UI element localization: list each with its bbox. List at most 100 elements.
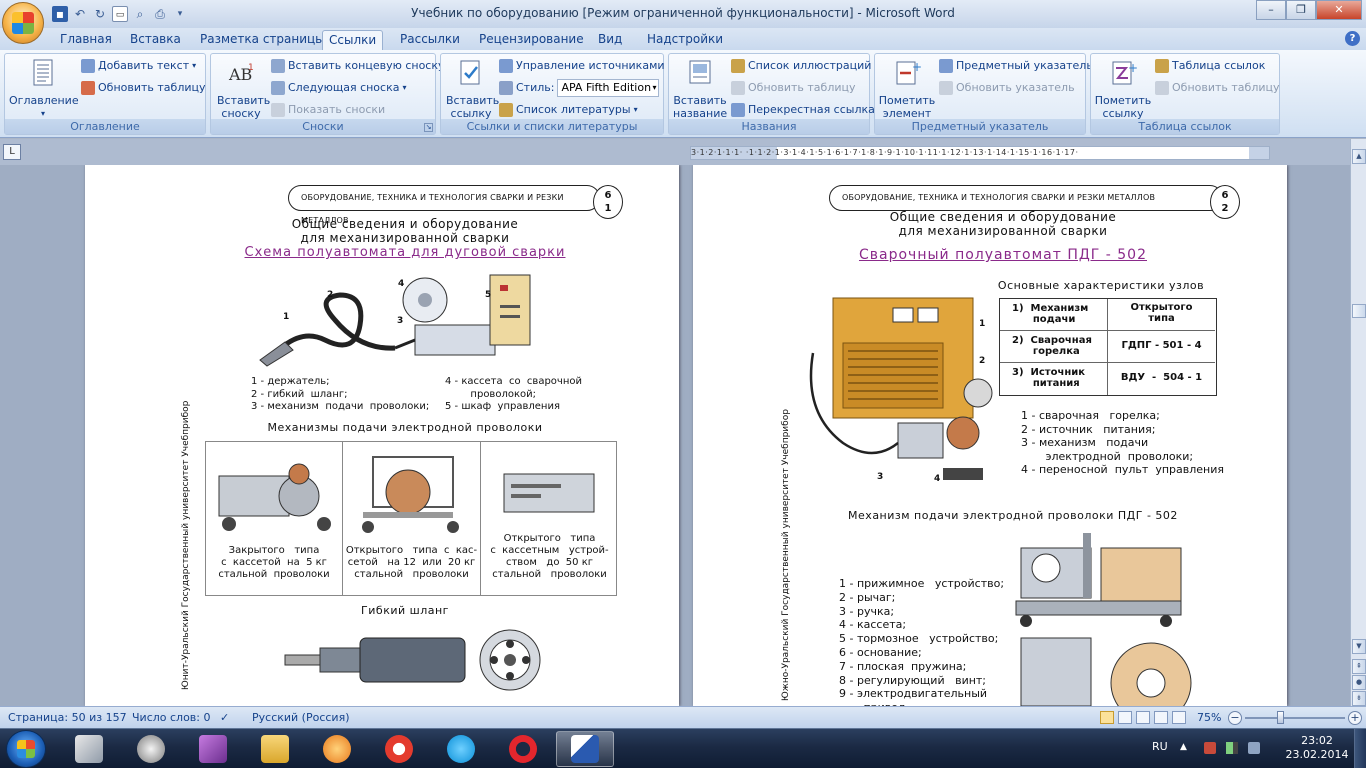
taskbar-app-skype[interactable] — [432, 731, 490, 767]
bibliography-button[interactable]: Список литературы ▾ — [499, 101, 638, 119]
zoom-slider-track[interactable] — [1245, 717, 1345, 719]
page-count[interactable]: Страница: 50 из 157 — [8, 711, 127, 724]
taskbar-app-3[interactable] — [184, 731, 242, 767]
feed-mechanisms-table: Закрытого типа с кассетой на 5 кг стальн… — [205, 441, 617, 596]
tab-references[interactable]: Ссылки — [322, 30, 384, 50]
add-text-button[interactable]: Добавить текст ▾ — [81, 57, 196, 75]
show-notes-button[interactable]: Показать сноски — [271, 101, 385, 119]
tab-insert[interactable]: Вставка — [124, 30, 187, 50]
ruler-bar: L 3·1·2·1·1·1· ·1·1·2·1·3·1·4·1·5·1·6·1·… — [0, 139, 1366, 165]
document-page-1[interactable]: ОБОРУДОВАНИЕ, ТЕХНИКА И ТЕХНОЛОГИЯ СВАРК… — [85, 165, 679, 706]
vertical-scrollbar[interactable]: ▲ ▼ ⇞ ● ⇟ — [1350, 139, 1366, 706]
update-authorities-icon — [1155, 81, 1169, 95]
footnotes-launcher-icon[interactable]: ↘ — [424, 123, 433, 132]
yandex-browser-icon — [385, 735, 413, 763]
signal-icon[interactable] — [1226, 742, 1238, 754]
mechanism-cell1-caption: Закрытого типа с кассетой на 5 кг стальн… — [218, 545, 330, 580]
language-tray[interactable]: RU — [1152, 740, 1168, 753]
document-area: ОБОРУДОВАНИЕ, ТЕХНИКА И ТЕХНОЛОГИЯ СВАРК… — [0, 165, 1350, 706]
taskbar-app-yandex[interactable] — [370, 731, 428, 767]
update-toc-button[interactable]: Обновить таблицу — [81, 79, 206, 97]
update-index-button[interactable]: Обновить указатель — [939, 79, 1075, 97]
zoom-slider-thumb[interactable] — [1277, 711, 1284, 724]
mark-citation-button[interactable]: + Пометить ссылку — [1093, 58, 1153, 120]
page1-side-caption: Юнит-Уральский Государственный университ… — [181, 400, 191, 690]
update-authorities-button[interactable]: Обновить таблицу — [1155, 79, 1280, 97]
proofing-icon[interactable]: ✓ — [220, 711, 229, 724]
group-footnotes: AB 1 Вставить сноску Вставить концевую сн… — [210, 53, 445, 135]
tab-addins[interactable]: Надстройки — [641, 30, 729, 50]
taskbar-app-2[interactable] — [122, 731, 180, 767]
p2-callout-2: 2 — [979, 356, 986, 366]
tab-view[interactable]: Вид — [592, 30, 628, 50]
insert-citation-button[interactable]: Вставить ссылку — [443, 58, 499, 120]
scroll-thumb[interactable] — [1352, 304, 1366, 318]
tab-home[interactable]: Главная — [54, 30, 118, 50]
network-icon[interactable] — [1204, 742, 1216, 754]
tab-mailings[interactable]: Рассылки — [394, 30, 466, 50]
insert-authorities-button[interactable]: Таблица ссылок — [1155, 57, 1265, 75]
ribbon-tabs: Главная Вставка Разметка страницы Ссылки… — [0, 28, 1366, 50]
title-bar: ▪ ↶ ↻ ▭ ⌕ ⎙ ▾ Учебник по оборудованию [Р… — [0, 0, 1366, 28]
tab-review[interactable]: Рецензирование — [473, 30, 590, 50]
callout-3: 3 — [397, 316, 404, 326]
page2-section2: Механизм подачи электродной проволоки ПД… — [848, 509, 1178, 522]
tray-arrow-icon[interactable]: ▲ — [1180, 742, 1192, 754]
cross-reference-button[interactable]: Перекрестная ссылка — [731, 101, 875, 119]
insert-figures-button[interactable]: Список иллюстраций — [731, 57, 871, 75]
minimize-button[interactable]: – — [1256, 0, 1286, 20]
taskbar-app-explorer[interactable] — [246, 731, 304, 767]
style-dropdown[interactable]: APA Fifth Edition ▾ — [557, 79, 660, 97]
draft-view-button[interactable] — [1172, 711, 1186, 724]
insert-endnote-button[interactable]: Вставить концевую сноску — [271, 57, 445, 75]
insert-footnote-button[interactable]: AB 1 Вставить сноску — [213, 58, 270, 120]
horizontal-ruler[interactable]: 3·1·2·1·1·1· ·1·1·2·1·3·1·4·1·5·1·6·1·7·… — [690, 146, 1270, 160]
manage-sources-button[interactable]: Управление источниками — [499, 57, 665, 75]
close-button[interactable]: ✕ — [1316, 0, 1362, 20]
taskbar-app-1[interactable] — [60, 731, 118, 767]
browse-object-icon[interactable]: ● — [1352, 675, 1366, 690]
page1-subtitle: Схема полуавтомата для дуговой сварки — [244, 245, 566, 260]
toc-button[interactable]: Оглавление ▾ — [9, 58, 79, 120]
status-bar: Страница: 50 из 157 Число слов: 0 ✓ Русс… — [0, 706, 1366, 728]
clock[interactable]: 23:02 23.02.2014 — [1282, 734, 1352, 762]
next-page-icon[interactable]: ⇟ — [1352, 691, 1366, 706]
zoom-level[interactable]: 75% — [1197, 711, 1221, 724]
folder-icon — [261, 735, 289, 763]
insert-caption-button[interactable]: Вставить название — [671, 58, 729, 120]
zoom-in-button[interactable]: + — [1348, 711, 1362, 725]
scroll-up-icon[interactable]: ▲ — [1352, 149, 1366, 164]
open-mechanism-icon — [362, 456, 459, 533]
start-button[interactable] — [6, 730, 46, 768]
full-screen-view-button[interactable] — [1118, 711, 1132, 724]
clock-time: 23:02 — [1301, 734, 1333, 747]
callout-2: 2 — [327, 290, 334, 300]
battery-icon[interactable] — [1248, 742, 1260, 754]
document-page-2[interactable]: ОБОРУДОВАНИЕ, ТЕХНИКА И ТЕХНОЛОГИЯ СВАРК… — [693, 165, 1287, 706]
web-layout-view-button[interactable] — [1136, 711, 1150, 724]
show-desktop-button[interactable] — [1354, 729, 1366, 768]
taskbar-app-word[interactable] — [556, 731, 614, 767]
print-layout-view-button[interactable] — [1100, 711, 1114, 724]
zoom-out-button[interactable]: − — [1228, 711, 1242, 725]
figures-icon — [731, 59, 745, 73]
outline-view-button[interactable] — [1154, 711, 1168, 724]
taskbar-app-media[interactable] — [308, 731, 366, 767]
word-count[interactable]: Число слов: 0 — [132, 711, 211, 724]
update-figures-button[interactable]: Обновить таблицу — [731, 79, 856, 97]
page2-number-text: 6 2 — [1221, 190, 1229, 214]
group-citations: Вставить ссылку Управление источниками С… — [440, 53, 665, 135]
page1-section2: Механизмы подачи электродной проволоки — [267, 421, 543, 434]
scroll-down-icon[interactable]: ▼ — [1352, 639, 1366, 654]
next-footnote-button[interactable]: Следующая сноска ▾ — [271, 79, 407, 97]
help-icon[interactable]: ? — [1345, 31, 1360, 46]
mark-entry-button[interactable]: + Пометить элемент — [877, 58, 937, 120]
language-indicator[interactable]: Русский (Россия) — [252, 711, 350, 724]
office-button[interactable] — [2, 2, 44, 44]
tab-page-layout[interactable]: Разметка страницы — [194, 30, 331, 50]
maximize-button[interactable]: ❐ — [1286, 0, 1316, 20]
insert-index-button[interactable]: Предметный указатель — [939, 57, 1093, 75]
prev-page-icon[interactable]: ⇞ — [1352, 659, 1366, 674]
tab-selector-button[interactable]: L — [3, 144, 21, 160]
taskbar-app-opera[interactable] — [494, 731, 552, 767]
